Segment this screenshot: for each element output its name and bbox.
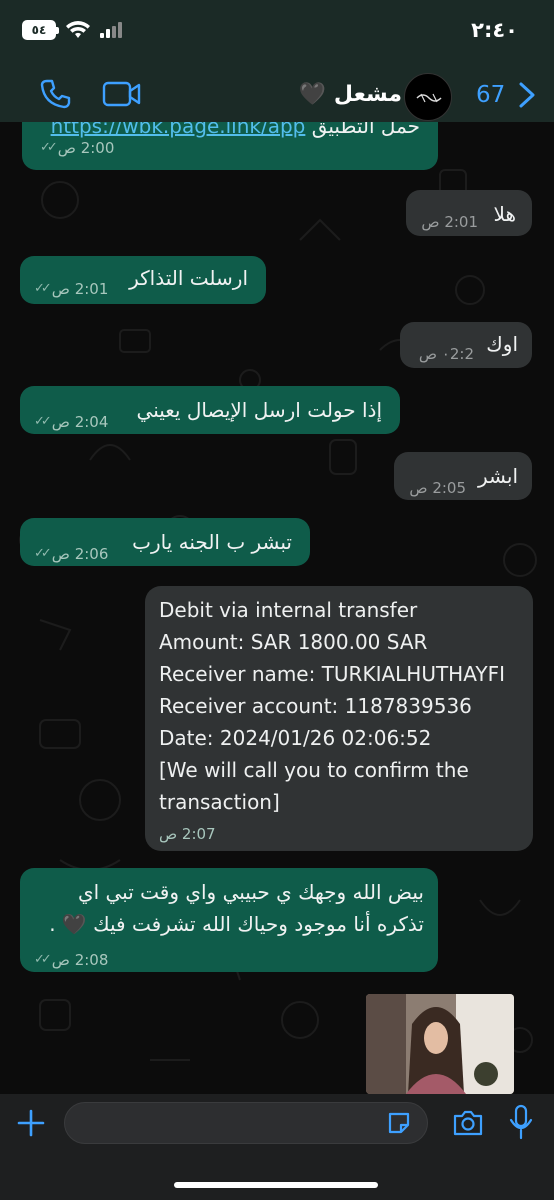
read-ticks-icon: ✓✓ xyxy=(34,952,52,967)
card-line: Receiver account: 1187839536 xyxy=(159,694,472,718)
message-time: 2:00 ص xyxy=(57,139,115,157)
message-text-line: تذكره أنا موجود وحياك الله تشرفت فيك 🖤 . xyxy=(49,912,424,936)
nav-row: مشعل 🖤 67 xyxy=(0,70,554,121)
message-bubble[interactable]: ابشر 2:05 ص xyxy=(394,452,532,500)
message-time: 2:01 ص xyxy=(51,280,109,298)
message-time: 2:04 ص xyxy=(51,413,109,431)
wifi-icon xyxy=(66,21,90,38)
message-time: 2:08 ص xyxy=(51,951,109,969)
video-call-icon[interactable] xyxy=(102,80,142,108)
message-text: ارسلت التذاكر xyxy=(129,266,248,290)
transfer-message-card[interactable]: Debit via internal transfer Amount: SAR … xyxy=(145,586,533,851)
message-meta: 2:08 ص ✓✓ xyxy=(34,944,108,976)
message-meta: 2:06 ص ✓✓ xyxy=(34,538,108,570)
message-bubble[interactable]: هلا 2:01 ص xyxy=(406,190,532,236)
plus-icon[interactable] xyxy=(16,1108,46,1138)
message-bubble[interactable]: إذا حولت ارسل الإيصال يعيني 2:04 ص ✓✓ xyxy=(20,386,400,434)
back-unread-count[interactable]: 67 xyxy=(476,82,505,108)
home-indicator[interactable] xyxy=(174,1182,378,1188)
media-thumbnail[interactable] xyxy=(366,994,514,1094)
signal-icon xyxy=(100,22,122,38)
message-time-text: ٠2:2 ص xyxy=(418,345,474,363)
read-ticks-icon: ✓✓ xyxy=(34,281,52,296)
message-time-text: 2:07 ص xyxy=(159,825,216,843)
chat-header: ٥٤ ٢:٤٠ مشعل 🖤 67 xyxy=(0,0,554,122)
contact-avatar[interactable] xyxy=(404,73,452,121)
read-ticks-icon: ✓✓ xyxy=(34,414,52,429)
battery-level: ٥٤ xyxy=(31,23,47,37)
sticker-icon[interactable] xyxy=(386,1110,412,1136)
message-time: 2:01 ص xyxy=(421,206,478,238)
photo-image xyxy=(366,994,514,1094)
card-line: Amount: SAR 1800.00 SAR xyxy=(159,630,428,654)
message-meta: 2:01 ص ✓✓ xyxy=(34,273,108,305)
read-ticks-icon: ✓✓ xyxy=(34,546,52,561)
chevron-right-icon[interactable] xyxy=(516,81,538,109)
message-text-line: بيض الله وجهك ي حبيبي واي وقت تبي اي xyxy=(77,880,424,904)
message-time: 2:06 ص xyxy=(51,545,109,563)
message-bubble[interactable]: تبشر ب الجنه يارب 2:06 ص ✓✓ xyxy=(20,518,310,566)
message-text: ابشر xyxy=(478,464,518,488)
card-line: Date: 2024/01/26 02:06:52 xyxy=(159,726,432,750)
message-bubble[interactable]: اوك ٠2:2 ص xyxy=(400,322,532,368)
message-text: هلا xyxy=(493,202,516,226)
status-icons: ٥٤ xyxy=(22,20,122,40)
message-input[interactable] xyxy=(64,1102,428,1144)
contact-name[interactable]: مشعل 🖤 xyxy=(299,82,402,107)
message-meta: 2:04 ص ✓✓ xyxy=(34,406,108,438)
card-line: Debit via internal transfer xyxy=(159,598,418,622)
card-line: Receiver name: TURKIALHUTHAYFI xyxy=(159,662,505,686)
message-meta: 2:00 ص ✓✓ xyxy=(40,132,114,164)
phone-icon[interactable] xyxy=(40,78,72,110)
camera-icon[interactable] xyxy=(452,1108,484,1138)
message-bubble[interactable]: ارسلت التذاكر 2:01 ص ✓✓ xyxy=(20,256,266,304)
read-ticks-icon: ✓✓ xyxy=(40,140,58,155)
message-bubble[interactable]: بيض الله وجهك ي حبيبي واي وقت تبي اي تذك… xyxy=(20,868,438,972)
status-time: ٢:٤٠ xyxy=(471,18,518,42)
battery-icon: ٥٤ xyxy=(22,20,59,40)
message-time: 2:07 ص xyxy=(159,825,216,843)
microphone-icon[interactable] xyxy=(508,1104,534,1140)
message-time-text: 2:05 ص xyxy=(409,479,466,497)
avatar-logo-icon xyxy=(416,93,442,103)
message-text: تبشر ب الجنه يارب xyxy=(132,530,292,554)
message-text: إذا حولت ارسل الإيصال يعيني xyxy=(136,398,382,422)
message-text: اوك xyxy=(486,332,518,356)
message-time: 2:05 ص xyxy=(409,472,466,504)
card-line: [We will call you to confirm the transac… xyxy=(159,758,469,814)
message-time-text: 2:01 ص xyxy=(421,213,478,231)
message-time: ٠2:2 ص xyxy=(419,338,474,370)
